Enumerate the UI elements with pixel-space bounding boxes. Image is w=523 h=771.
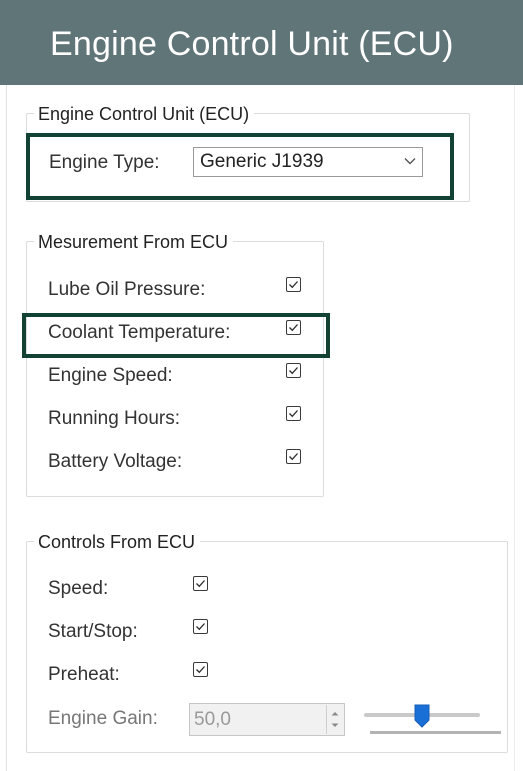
spin-down-icon[interactable] [331, 723, 339, 728]
engine-gain-spin-buttons[interactable] [326, 705, 343, 734]
checkmark-icon [289, 410, 298, 418]
checkmark-icon [196, 623, 205, 631]
running-hours-label: Running Hours: [48, 408, 181, 429]
engine-speed-label: Engine Speed: [48, 365, 173, 386]
start-stop-checkbox[interactable] [193, 619, 208, 634]
preheat-checkbox[interactable] [193, 662, 208, 677]
battery-voltage-label: Battery Voltage: [48, 451, 183, 472]
ecu-group-title: Engine Control Unit (ECU) [34, 103, 255, 125]
window-title-bar: Engine Control Unit (ECU) [0, 0, 523, 85]
left-border [6, 85, 7, 771]
checkmark-icon [289, 281, 298, 289]
battery-voltage-checkbox[interactable] [286, 449, 301, 464]
window-title: Engine Control Unit (ECU) [50, 25, 454, 63]
lube-oil-pressure-checkbox[interactable] [286, 277, 301, 292]
checkmark-icon [196, 666, 205, 674]
spin-up-icon[interactable] [331, 711, 339, 716]
engine-gain-value: 50,0 [194, 709, 231, 730]
start-stop-label: Start/Stop: [48, 621, 138, 642]
engine-gain-label: Engine Gain: [48, 708, 158, 729]
engine-type-highlight [26, 133, 454, 200]
speed-checkbox[interactable] [193, 576, 208, 591]
coolant-temperature-highlight [22, 313, 330, 358]
engine-gain-slider-underline [370, 731, 501, 734]
speed-label: Speed: [48, 578, 109, 599]
measurement-group-title: Mesurement From ECU [34, 231, 234, 253]
running-hours-checkbox[interactable] [286, 406, 301, 421]
right-border [514, 85, 515, 771]
checkmark-icon [289, 367, 298, 375]
lube-oil-pressure-label: Lube Oil Pressure: [48, 279, 206, 300]
engine-speed-checkbox[interactable] [286, 363, 301, 378]
engine-gain-spinbox[interactable]: 50,0 [189, 703, 345, 736]
checkmark-icon [289, 453, 298, 461]
controls-group-title: Controls From ECU [34, 531, 201, 553]
slider-thumb[interactable] [414, 704, 430, 728]
preheat-label: Preheat: [48, 664, 120, 685]
checkmark-icon [196, 580, 205, 588]
